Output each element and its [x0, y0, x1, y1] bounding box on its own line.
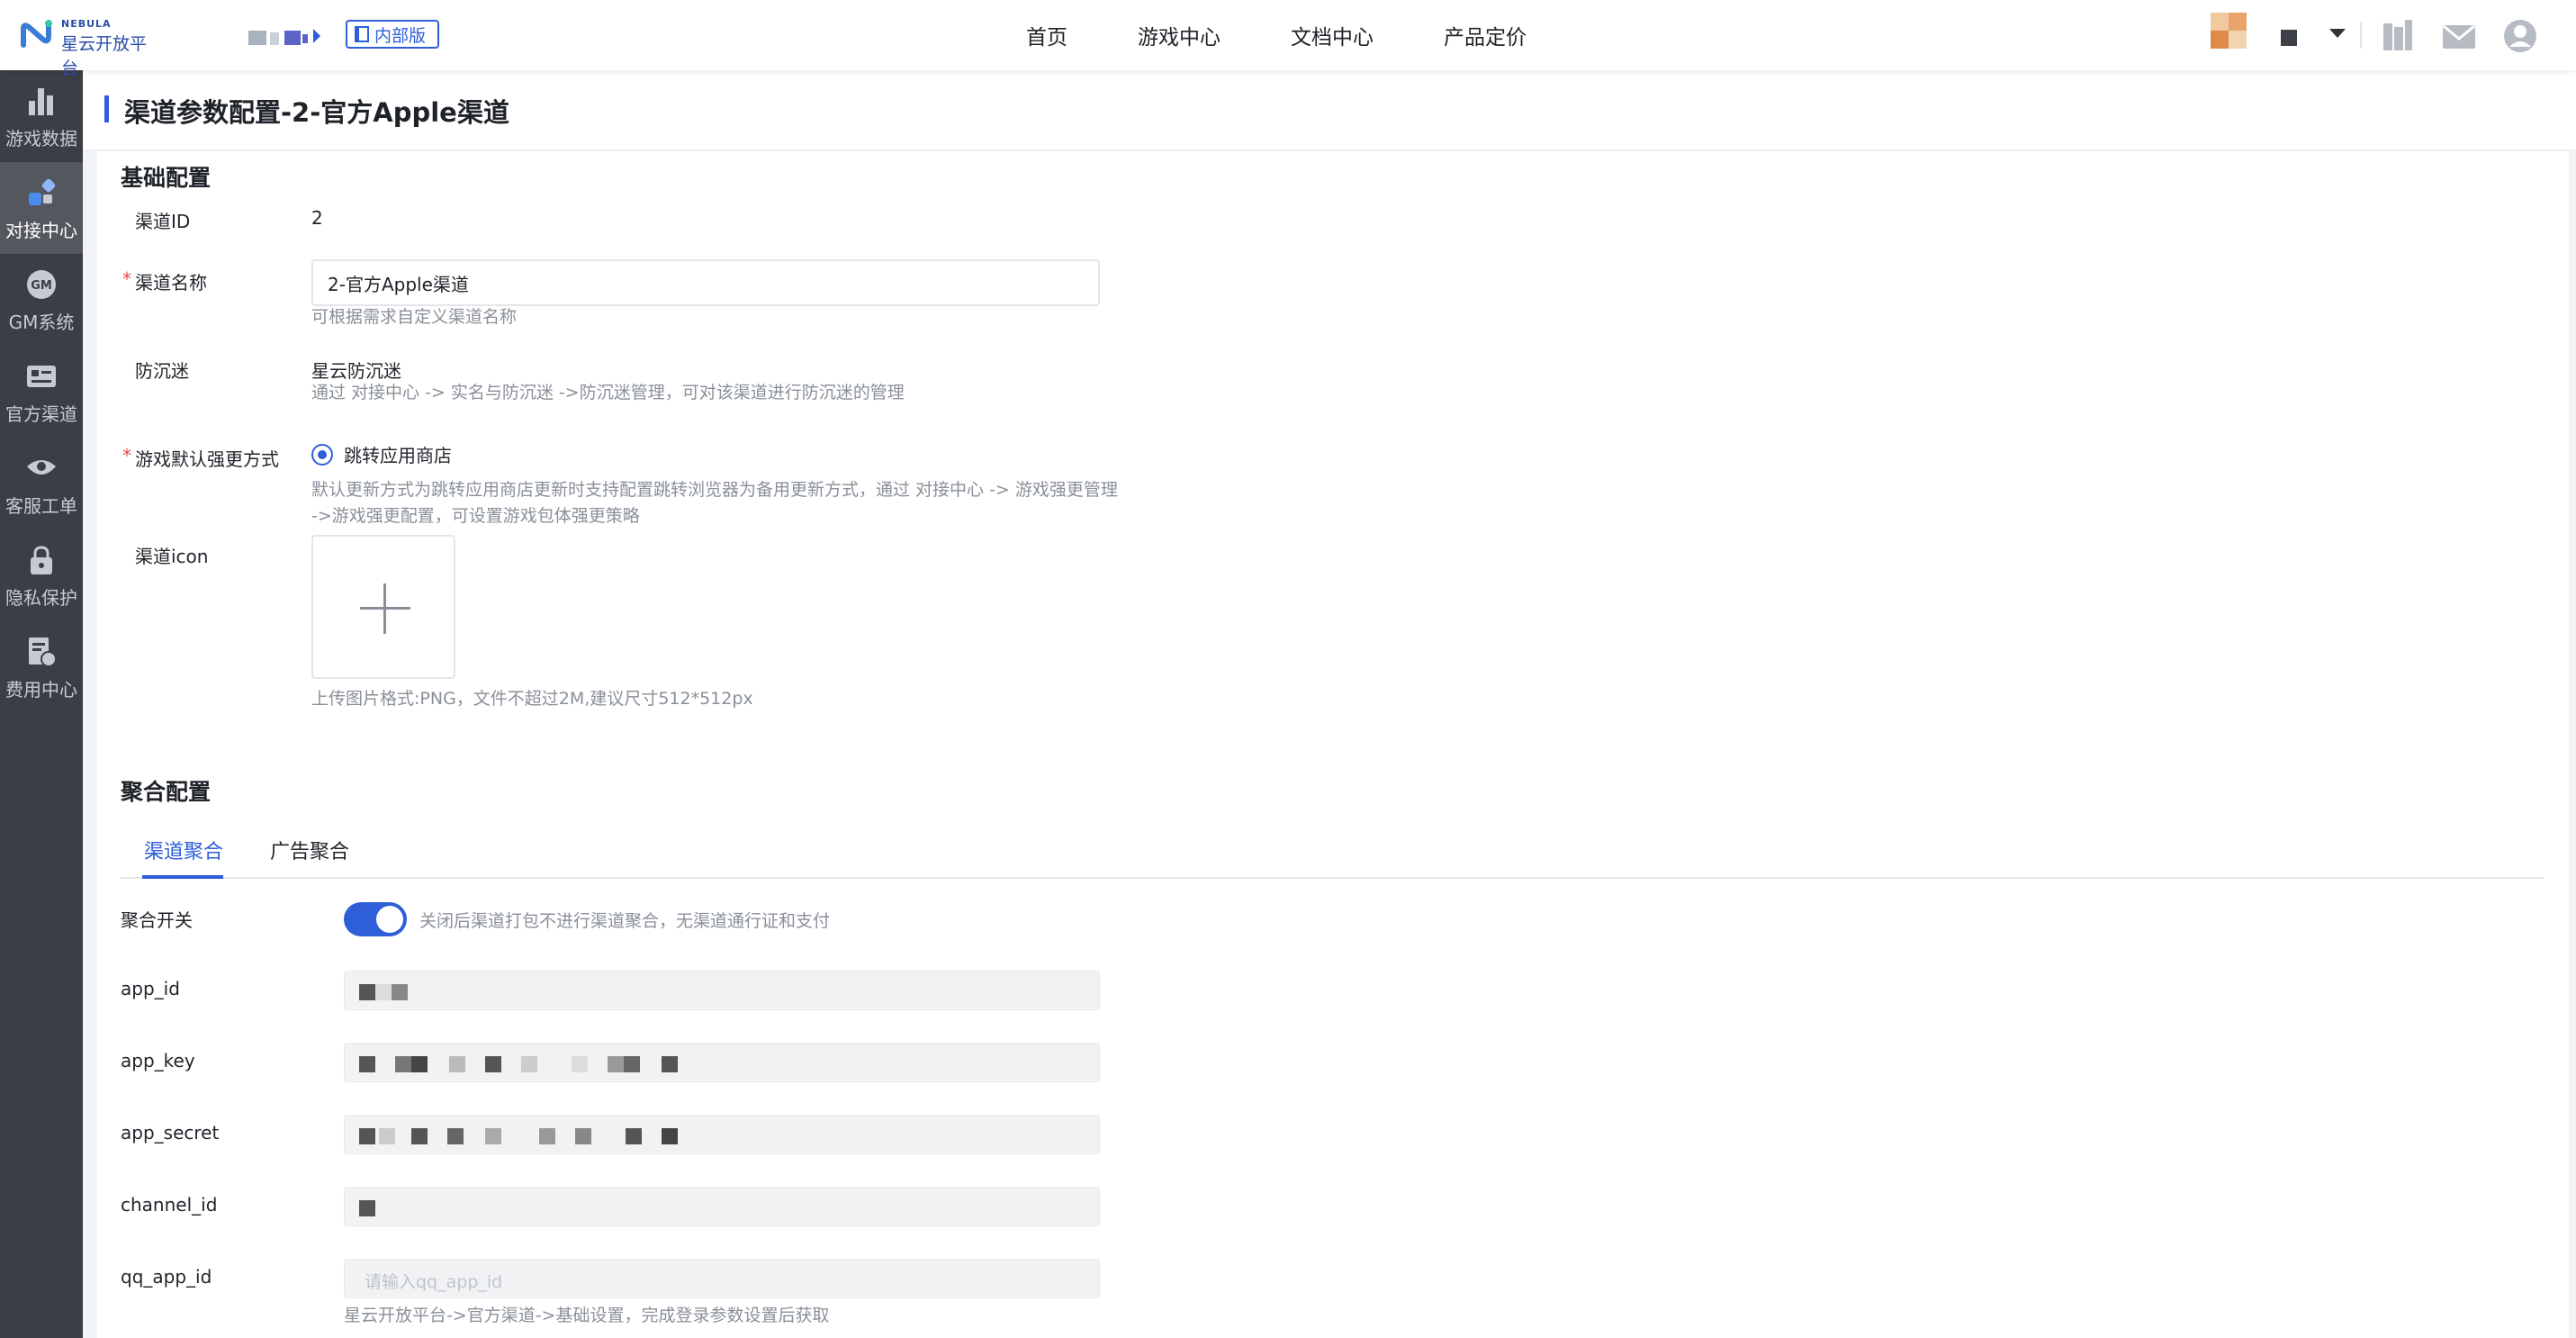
sidebar-item-game-data[interactable]: 游戏数据 — [0, 70, 83, 162]
top-header: NEBULA 星云开放平台 内部版 首页 游戏中心 文档中心 产品定价 — [0, 0, 2576, 78]
anti-addiction-value: 星云防沉迷 — [311, 360, 401, 382]
sidebar-item-privacy[interactable]: 隐私保护 — [0, 529, 83, 621]
eye-icon — [23, 450, 59, 486]
qq-app-id-hint: 星云开放平台->官方渠道->基础设置，完成登录参数设置后获取 — [344, 1306, 830, 1325]
docs-icon[interactable] — [2380, 18, 2416, 54]
update-mode-hint-1: 默认更新方式为跳转应用商店更新时支持配置跳转浏览器为备用更新方式，通过 对接中心… — [311, 480, 1118, 500]
sidebar-item-label: 客服工单 — [5, 494, 77, 517]
tab-ad-aggregation[interactable]: 广告聚合 — [270, 836, 349, 864]
channel-name-hint: 可根据需求自定义渠道名称 — [311, 307, 518, 327]
update-mode-hint-2: ->游戏强更配置，可设置游戏包体强更策略 — [311, 506, 640, 526]
sidebar-item-label: 游戏数据 — [5, 127, 77, 149]
sidebar-item-label: GM系统 — [8, 311, 75, 333]
required-mark: * — [122, 445, 131, 466]
masked-value — [359, 1056, 719, 1072]
app-id-label: app_id — [121, 978, 180, 999]
page-header: 渠道参数配置-2-官方Apple渠道 — [83, 70, 2576, 151]
user-profile-icon[interactable] — [2502, 18, 2538, 54]
header-user-area — [2180, 0, 2576, 70]
id-card-icon — [23, 358, 59, 394]
sidebar: 游戏数据 对接中心 GM GM系统 官方渠道 客服工单 隐私保护 费用中心 — [0, 70, 83, 1338]
nav-game-center[interactable]: 游戏中心 — [1138, 20, 1220, 50]
gm-icon: GM — [23, 267, 59, 303]
channel-id-label: 渠道ID — [135, 211, 191, 232]
sidebar-item-gm[interactable]: GM GM系统 — [0, 254, 83, 346]
basic-section-title: 基础配置 — [121, 165, 212, 191]
logo-text-cn: 星云开放平台 — [61, 34, 148, 78]
channel-name-input[interactable]: 2-官方Apple渠道 — [311, 259, 1100, 306]
book-icon — [355, 26, 369, 42]
nav-home[interactable]: 首页 — [1026, 20, 1067, 50]
masked-value — [359, 984, 719, 1000]
channel-icon-label: 渠道icon — [135, 546, 209, 567]
svg-text:GM: GM — [31, 279, 52, 293]
app-secret-input[interactable] — [344, 1115, 1100, 1154]
nebula-logo[interactable]: NEBULA 星云开放平台 — [20, 16, 155, 78]
update-mode-label: * 游戏默认强更方式 — [122, 445, 279, 470]
page-title: 渠道参数配置-2-官方Apple渠道 — [124, 97, 509, 128]
aggregation-toggle[interactable] — [344, 902, 407, 936]
internal-version-label: 内部版 — [374, 25, 427, 46]
icon-upload-button[interactable] — [311, 535, 455, 679]
logo-text-en: NEBULA — [61, 18, 112, 30]
anti-addiction-label: 防沉迷 — [135, 360, 189, 382]
masked-value — [359, 1200, 719, 1216]
sidebar-item-label: 隐私保护 — [5, 586, 77, 609]
game-selector[interactable] — [247, 27, 328, 47]
sidebar-item-label: 费用中心 — [5, 678, 77, 701]
qq-app-id-label: qq_app_id — [121, 1266, 212, 1288]
nav-pricing[interactable]: 产品定价 — [1444, 20, 1527, 50]
user-name[interactable] — [2281, 30, 2297, 46]
nav-doc-center[interactable]: 文档中心 — [1291, 20, 1374, 50]
radio-label: 跳转应用商店 — [344, 445, 452, 466]
anti-addiction-hint: 通过 对接中心 -> 实名与防沉迷 ->防沉迷管理，可对该渠道进行防沉迷的管理 — [311, 383, 905, 402]
app-key-label: app_key — [121, 1050, 195, 1071]
app-secret-label: app_secret — [121, 1122, 220, 1144]
sidebar-item-billing[interactable]: 费用中心 — [0, 621, 83, 713]
aggregation-section-title: 聚合配置 — [121, 779, 212, 805]
channel-id-input[interactable] — [344, 1187, 1100, 1226]
internal-version-badge: 内部版 — [346, 20, 439, 49]
main-nav: 首页 游戏中心 文档中心 产品定价 — [1026, 0, 1527, 70]
integration-icon — [23, 175, 59, 211]
config-form: 基础配置 渠道ID 2 * 渠道名称 2-官方Apple渠道 可根据需求自定义渠道… — [97, 151, 2569, 1338]
masked-value — [359, 1128, 719, 1144]
user-avatar[interactable] — [2211, 13, 2247, 49]
toggle-knob — [376, 906, 403, 933]
sidebar-item-label: 对接中心 — [5, 219, 77, 241]
app-key-input[interactable] — [344, 1043, 1100, 1082]
sidebar-item-support[interactable]: 客服工单 — [0, 438, 83, 529]
title-accent-bar — [104, 95, 109, 122]
active-tab-indicator — [142, 875, 223, 879]
bill-icon — [23, 634, 59, 670]
update-mode-radio-appstore[interactable]: 跳转应用商店 — [311, 441, 452, 467]
qq-app-id-input[interactable]: 请输入qq_app_id — [344, 1259, 1100, 1298]
required-mark: * — [122, 268, 131, 290]
header-divider — [2360, 22, 2362, 49]
qq-app-id-placeholder: 请输入qq_app_id — [365, 1272, 503, 1292]
app-id-input[interactable] — [344, 971, 1100, 1010]
channel-id-value: 2 — [311, 207, 323, 229]
aggregation-switch-hint: 关闭后渠道打包不进行渠道聚合，无渠道通行证和支付 — [419, 911, 831, 931]
nebula-logo-icon — [21, 20, 52, 48]
channel-name-label: * 渠道名称 — [122, 268, 207, 294]
sidebar-item-official-channel[interactable]: 官方渠道 — [0, 346, 83, 438]
mail-icon[interactable] — [2441, 18, 2477, 54]
aggregation-tabs: 渠道聚合 广告聚合 — [121, 828, 2544, 879]
lock-icon — [23, 542, 59, 578]
bar-chart-icon — [23, 83, 59, 119]
channel-id-field-label: channel_id — [121, 1194, 218, 1216]
tab-channel-aggregation[interactable]: 渠道聚合 — [144, 836, 223, 864]
aggregation-switch-label: 聚合开关 — [121, 909, 193, 931]
chevron-down-icon[interactable] — [2329, 29, 2346, 38]
icon-upload-hint: 上传图片格式:PNG，文件不超过2M,建议尺寸512*512px — [311, 689, 753, 709]
sidebar-item-integration[interactable]: 对接中心 — [0, 162, 83, 254]
sidebar-item-label: 官方渠道 — [5, 402, 77, 425]
radio-selected-icon — [311, 443, 333, 466]
